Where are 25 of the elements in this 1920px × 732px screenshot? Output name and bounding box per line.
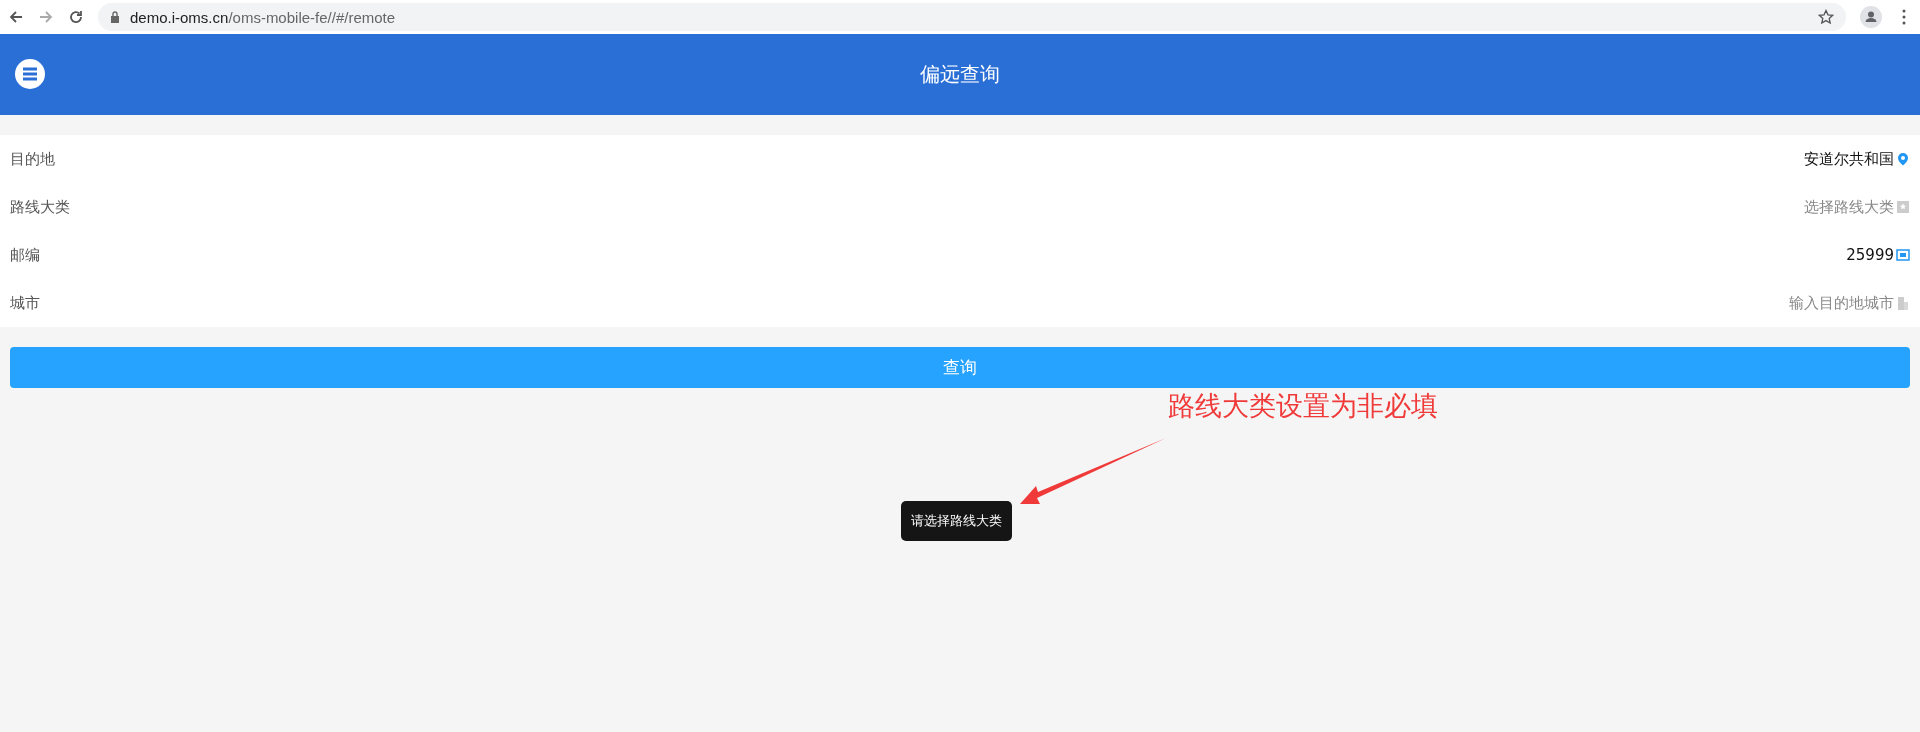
field-placeholder[interactable]: 输入目的地城市 [1789,293,1894,313]
location-pin-icon [1896,152,1910,166]
lock-icon [110,11,120,23]
postcode-icon [1896,248,1910,262]
toast-message: 请选择路线大类 [901,501,1012,541]
star-icon[interactable] [1818,9,1834,25]
more-icon[interactable] [1902,9,1906,25]
field-label: 目的地 [10,149,55,169]
bookmark-icon [1896,200,1910,214]
field-label: 城市 [10,293,40,313]
building-icon [1896,296,1910,310]
field-placeholder[interactable]: 选择路线大类 [1804,197,1894,217]
field-label: 路线大类 [10,197,70,217]
annotation-text: 路线大类设置为非必填 [1168,389,1438,423]
url-host: demo.i-oms.cn [130,8,229,26]
field-value[interactable]: 25999 [1846,246,1894,264]
back-icon[interactable] [8,9,24,25]
url-path: /oms-mobile-fe//#/remote [228,8,396,26]
profile-icon[interactable] [1860,6,1882,28]
reload-icon[interactable] [68,9,84,25]
address-bar[interactable]: demo.i-oms.cn/oms-mobile-fe//#/remote [98,3,1846,31]
field-value[interactable]: 安道尔共和国 [1804,149,1894,169]
menu-icon[interactable] [15,59,45,89]
field-label: 邮编 [10,245,40,265]
page-title: 偏远查询 [920,61,1000,88]
